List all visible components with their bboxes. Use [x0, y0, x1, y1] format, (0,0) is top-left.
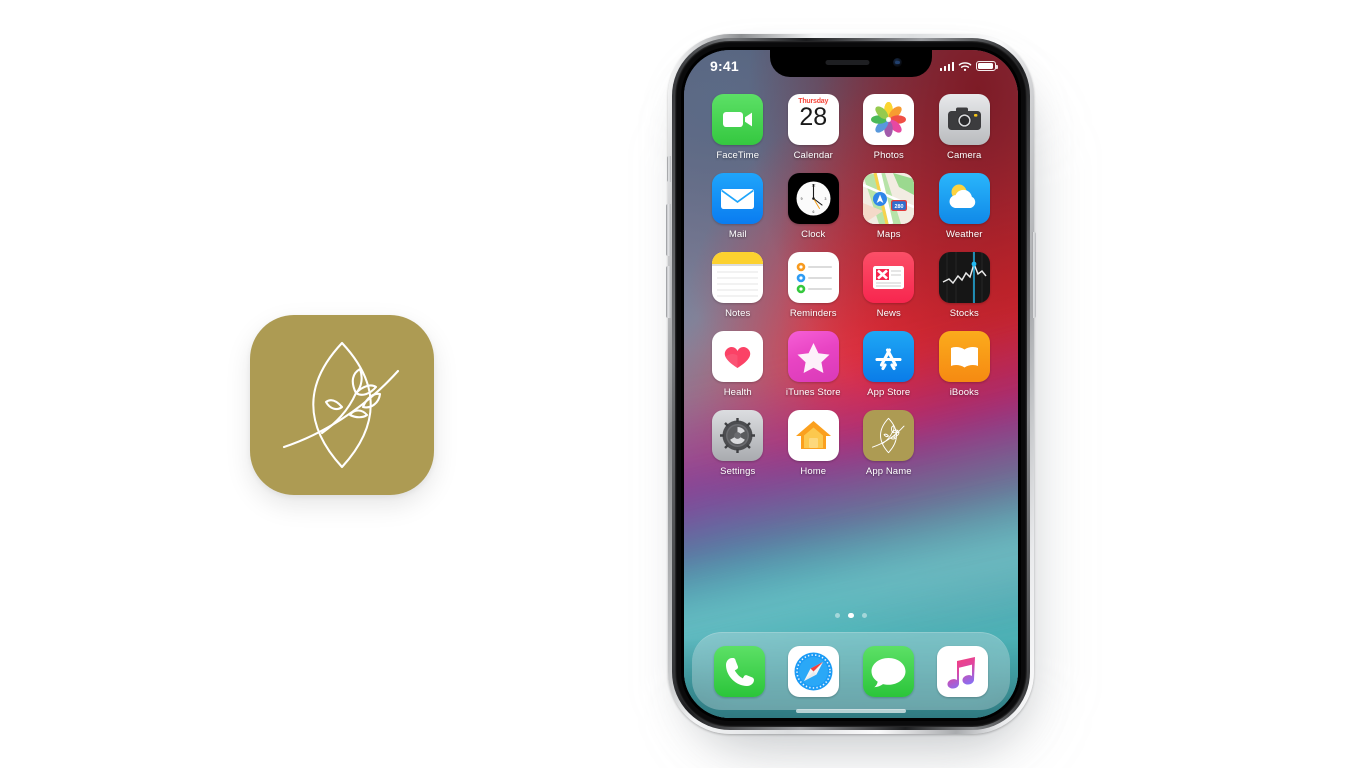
app-icon-camera[interactable]: Camera [927, 94, 1003, 161]
app-icon-health[interactable]: Health [700, 331, 776, 398]
app-icon-mail[interactable]: Mail [700, 173, 776, 240]
svg-text:3: 3 [824, 197, 826, 201]
app-icon-app-store[interactable]: App Store [851, 331, 927, 398]
earpiece-speaker-icon [825, 60, 870, 65]
app-label: App Name [865, 466, 912, 477]
app-label: Notes [725, 308, 751, 319]
safari-icon[interactable] [788, 646, 840, 697]
stocks-icon [938, 252, 990, 303]
app-label: iTunes Store [785, 387, 841, 398]
messages-icon[interactable] [862, 646, 914, 697]
app-label: Stocks [949, 308, 979, 319]
health-icon [712, 331, 764, 382]
app-icon-app-name[interactable]: App Name [851, 410, 927, 477]
volume-down-button[interactable] [666, 266, 671, 318]
notch [770, 50, 932, 77]
status-time: 9:41 [710, 58, 739, 74]
app-label: Health [723, 387, 752, 398]
calendar-icon: Thursday 28 [787, 94, 839, 145]
clock-icon: 12 3 6 9 [787, 173, 839, 224]
app-icon-facetime[interactable]: FaceTime [700, 94, 776, 161]
app-icon-leaf [863, 410, 915, 461]
reminders-icon [787, 252, 839, 303]
mute-switch[interactable] [666, 156, 671, 182]
phone-screen: 9:41 FaceTime Thursday 28 Calendar Photo… [684, 50, 1018, 718]
app-label: Clock [801, 229, 826, 240]
facetime-icon [712, 94, 764, 145]
dock [692, 632, 1010, 710]
camera-icon [938, 94, 990, 145]
settings-icon [712, 410, 764, 461]
app-icon-photos[interactable]: Photos [851, 94, 927, 161]
ibooks-icon [938, 331, 990, 382]
app-store-icon [863, 331, 915, 382]
brand-app-icon[interactable] [250, 315, 434, 495]
leaf-icon [282, 341, 400, 469]
app-label: Mail [728, 229, 747, 240]
app-label: News [876, 308, 901, 319]
app-label: iBooks [949, 387, 979, 398]
app-label: Maps [876, 229, 901, 240]
svg-text:12: 12 [811, 184, 815, 188]
page-root: 9:41 FaceTime Thursday 28 Calendar Photo… [0, 0, 1366, 768]
app-grid: FaceTime Thursday 28 Calendar Photos Cam… [684, 94, 1018, 477]
app-icon-maps[interactable]: 280 Maps [851, 173, 927, 240]
power-button[interactable] [1031, 232, 1036, 318]
app-label: Weather [946, 229, 983, 240]
app-icon-news[interactable]: News [851, 252, 927, 319]
phone-bezel: 9:41 FaceTime Thursday 28 Calendar Photo… [681, 47, 1021, 721]
news-icon [863, 252, 915, 303]
app-icon-notes[interactable]: Notes [700, 252, 776, 319]
app-icon-settings[interactable]: Settings [700, 410, 776, 477]
app-label: Settings [720, 466, 756, 477]
iphone-device: 9:41 FaceTime Thursday 28 Calendar Photo… [666, 34, 1036, 734]
app-label: Photos [873, 150, 904, 161]
phone-icon[interactable] [713, 646, 765, 697]
svg-text:9: 9 [800, 197, 802, 201]
home-indicator[interactable] [796, 709, 906, 713]
app-label: App Store [867, 387, 911, 398]
itunes-store-icon [787, 331, 839, 382]
app-icon-calendar[interactable]: Thursday 28 Calendar [776, 94, 852, 161]
mail-icon [712, 173, 764, 224]
page-dots[interactable] [684, 612, 1018, 618]
app-label: Reminders [789, 308, 837, 319]
app-icon-ibooks[interactable]: iBooks [927, 331, 1003, 398]
app-icon-reminders[interactable]: Reminders [776, 252, 852, 319]
app-label: Home [800, 466, 827, 477]
music-icon[interactable] [937, 646, 989, 697]
maps-route-number: 280 [895, 204, 904, 210]
app-icon-itunes-store[interactable]: iTunes Store [776, 331, 852, 398]
page-dot[interactable] [861, 612, 868, 618]
app-icon-stocks[interactable]: Stocks [927, 252, 1003, 319]
notes-icon [712, 252, 764, 303]
page-dot[interactable] [834, 612, 841, 618]
weather-icon [938, 173, 990, 224]
page-dot-active[interactable] [848, 612, 854, 618]
front-camera-icon [893, 58, 902, 67]
app-label: Camera [947, 150, 982, 161]
svg-text:6: 6 [812, 210, 814, 214]
app-label: Calendar [793, 150, 833, 161]
wifi-icon [958, 61, 972, 71]
app-icon-clock[interactable]: 12 3 6 9 Clock [776, 173, 852, 240]
cellular-signal-icon [939, 61, 954, 71]
volume-up-button[interactable] [666, 204, 671, 256]
app-icon-home[interactable]: Home [776, 410, 852, 477]
app-label: FaceTime [716, 150, 760, 161]
brand-app-icon-tile [250, 315, 434, 495]
home-icon [787, 410, 839, 461]
app-icon-weather[interactable]: Weather [927, 173, 1003, 240]
maps-icon: 280 [863, 173, 915, 224]
battery-icon [976, 61, 999, 71]
photos-icon [863, 94, 915, 145]
calendar-day: 28 [799, 103, 828, 131]
